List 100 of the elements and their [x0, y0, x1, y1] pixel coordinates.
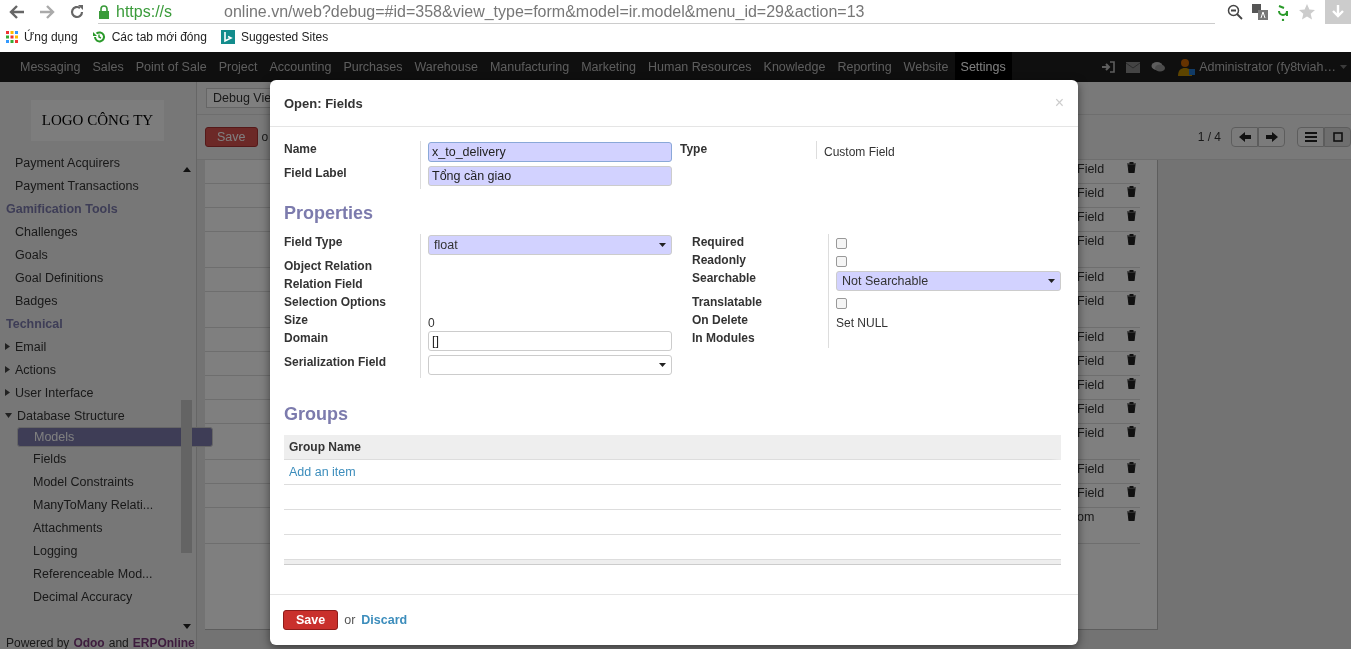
sidebar-item[interactable]: Models [17, 427, 213, 447]
bookmark[interactable]: Suggested Sites [220, 30, 329, 44]
field-label: Field Type [284, 234, 344, 251]
sidebar-item[interactable]: Goals [0, 243, 196, 266]
caret-icon [1048, 279, 1055, 283]
select-field[interactable]: float [428, 235, 672, 255]
trash-icon[interactable] [1127, 162, 1136, 173]
save-button[interactable]: Save [205, 127, 258, 147]
input-field[interactable]: [] [428, 331, 672, 351]
scroll-up-icon[interactable] [183, 167, 191, 172]
scrollbar-thumb[interactable] [181, 400, 192, 553]
checkbox[interactable] [836, 297, 847, 309]
field-label: Type [680, 141, 709, 158]
sidebar-item[interactable]: Actions [0, 358, 196, 381]
sign-in-icon[interactable] [1101, 61, 1116, 73]
dialog-title: Open: Fields [284, 95, 363, 111]
menu-item[interactable]: Messaging [14, 52, 87, 82]
section-heading: Technical [5, 315, 64, 333]
table-cell-text: om [1077, 510, 1096, 526]
sidebar-item[interactable]: Referenceable Mod... [17, 562, 179, 585]
zoom-out-icon[interactable] [1227, 4, 1243, 20]
trash-icon[interactable] [1127, 426, 1136, 437]
list-icon [1304, 132, 1317, 142]
trash-icon[interactable] [1127, 510, 1136, 521]
discard-link[interactable]: Discard [361, 613, 408, 627]
sidebar-item[interactable]: Logging [17, 539, 179, 562]
trash-icon[interactable] [1127, 354, 1136, 365]
translate-icon[interactable] [1252, 4, 1268, 20]
section-heading: Groups [284, 404, 349, 425]
field-value: Set NULL [836, 314, 889, 330]
bookmark[interactable]: Các tab mới đóng [91, 30, 207, 44]
link[interactable]: ERPOnline [132, 636, 195, 649]
input-field[interactable]: Tổng cần giao [428, 166, 672, 186]
pager-text: 1 / 4 [1197, 130, 1221, 144]
menu-item[interactable]: Point of Sale [129, 52, 213, 82]
previous-button[interactable] [1231, 127, 1258, 147]
sidebar-item[interactable]: Model Constraints [17, 470, 179, 493]
checkbox[interactable] [836, 255, 847, 267]
sidebar-item[interactable]: Payment Acquirers [0, 151, 196, 174]
table-cell-text: Field [1077, 486, 1106, 502]
footer-text: and [108, 636, 129, 649]
extension-icon[interactable] [1277, 3, 1289, 21]
field-label: Searchable [692, 270, 758, 287]
table-cell-text: Field [1077, 354, 1106, 370]
field-label: Object Relation [284, 258, 373, 275]
trash-icon[interactable] [1127, 330, 1136, 341]
footer-text: Powered by [6, 636, 70, 649]
bookmark[interactable]: Ứng dụng [6, 30, 78, 44]
menu-item[interactable]: Project [212, 52, 264, 82]
address-bar[interactable]: https://s online.vn/web?debug=#id=358&view_type=form&model=ir.model&menu_id=29&action=13 [98, 0, 1215, 24]
sidebar-item[interactable]: Challenges [0, 220, 196, 243]
select-field[interactable] [428, 355, 672, 375]
trash-icon[interactable] [1127, 186, 1136, 197]
field-value: Custom Field [824, 143, 895, 159]
sidebar-item[interactable]: Badges [0, 289, 196, 312]
trash-icon[interactable] [1127, 210, 1136, 221]
field-label: Selection Options [284, 294, 387, 311]
checkbox[interactable] [836, 237, 847, 249]
sidebar-item[interactable]: Goal Definitions [0, 266, 196, 289]
trash-icon[interactable] [1127, 486, 1136, 497]
sidebar-item[interactable]: Email [0, 335, 196, 358]
link[interactable]: Odoo [73, 636, 105, 649]
form-view-button[interactable] [1324, 127, 1351, 147]
form-icon [1332, 132, 1343, 142]
trash-icon[interactable] [1127, 402, 1136, 413]
field-label: Relation Field [284, 276, 364, 293]
table-cell-text: Field [1077, 162, 1106, 178]
sidebar-item[interactable]: Attachments [17, 516, 179, 539]
back-icon[interactable] [8, 3, 26, 21]
next-button[interactable] [1258, 127, 1285, 147]
field-label: Name [284, 141, 318, 158]
field-label: Translatable [692, 294, 764, 311]
sidebar-item[interactable]: Fields [17, 447, 179, 470]
field-label: Readonly [692, 252, 747, 269]
table-cell-text: Field [1077, 186, 1106, 202]
table-cell-text: Field [1077, 426, 1106, 442]
reload-icon[interactable] [68, 3, 86, 21]
sidebar-item[interactable]: Payment Transactions [0, 174, 196, 197]
trash-icon[interactable] [1127, 462, 1136, 473]
save-button[interactable]: Save [283, 610, 339, 630]
trash-icon[interactable] [1127, 270, 1136, 281]
table-cell-text: Field [1077, 402, 1106, 418]
trash-icon[interactable] [1127, 294, 1136, 305]
scroll-down-icon[interactable] [183, 624, 191, 629]
menu-item[interactable]: Sales [86, 52, 130, 82]
company-logo: LOGO CÔNG TY [31, 100, 164, 141]
sidebar-item[interactable]: ManyToMany Relati... [17, 493, 179, 516]
trash-icon[interactable] [1127, 378, 1136, 389]
trash-icon[interactable] [1127, 234, 1136, 245]
sidebar-item[interactable]: Decimal Accuracy [17, 585, 179, 608]
select-field[interactable]: Not Searchable [836, 271, 1061, 291]
input-field[interactable]: x_to_delivery [428, 142, 672, 162]
chat-icon[interactable] [1151, 61, 1167, 73]
user-menu[interactable]: Administrator (fy8tviah… [1177, 58, 1347, 76]
menu-item[interactable]: Settings [954, 52, 1012, 82]
field-label: In Modules [692, 330, 756, 347]
star-icon[interactable] [1298, 3, 1316, 21]
add-item-link[interactable]: Add an item [289, 465, 356, 479]
list-view-button[interactable] [1297, 127, 1324, 147]
apps-grid-icon [6, 31, 18, 43]
